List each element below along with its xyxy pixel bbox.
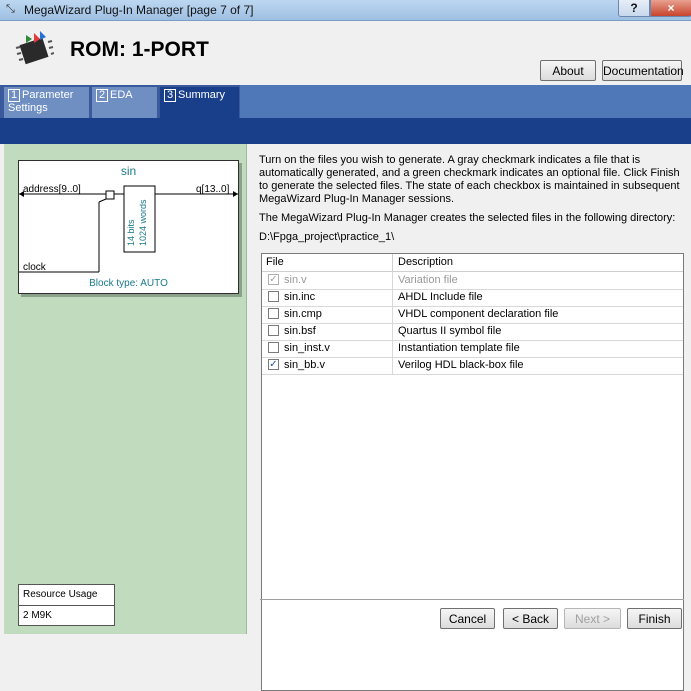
instructions-text: Turn on the files you wish to generate. … <box>259 154 680 205</box>
file-row: sin.bsf Quartus II symbol file <box>262 323 683 341</box>
file-name: sin.inc <box>284 291 316 303</box>
cancel-button[interactable]: Cancel <box>440 608 495 629</box>
file-name: sin_bb.v <box>284 359 325 371</box>
file-description: VHDL component declaration file <box>398 308 559 320</box>
megafunction-chip-icon <box>15 31 54 65</box>
column-divider <box>392 306 393 323</box>
file-name: sin.cmp <box>284 308 322 320</box>
resource-usage-header: Resource Usage <box>19 585 114 606</box>
column-divider <box>392 340 393 357</box>
rom-symbol: sin 14 bits 1024 words address[9..0] q[1… <box>18 160 239 294</box>
file-description: Quartus II symbol file <box>398 325 502 337</box>
column-divider <box>392 289 393 306</box>
file-row: sin.cmp VHDL component declaration file <box>262 306 683 324</box>
back-button[interactable]: < Back <box>503 608 558 629</box>
button-separator <box>260 599 684 600</box>
next-button: Next > <box>564 608 621 629</box>
finish-button[interactable]: Finish <box>627 608 682 629</box>
file-name: sin.v <box>284 274 307 286</box>
file-checkbox[interactable] <box>268 342 279 353</box>
file-description: Variation file <box>398 274 458 286</box>
tab-number: 2 <box>96 89 108 102</box>
words-label: 1024 words <box>138 199 148 246</box>
file-name: sin_inst.v <box>284 342 330 354</box>
tab-summary[interactable]: 3 Summary <box>160 87 240 118</box>
column-file: File <box>266 256 284 268</box>
tab-label: EDA <box>110 89 133 101</box>
file-name: sin.bsf <box>284 325 316 337</box>
column-divider <box>392 357 393 374</box>
help-button[interactable]: ? <box>618 0 650 17</box>
q-port-label: q[13..0] <box>196 184 230 195</box>
tab-label: Summary <box>178 89 226 101</box>
resource-usage-box: Resource Usage 2 M9K <box>18 584 115 626</box>
column-divider <box>392 272 393 289</box>
about-button[interactable]: About <box>540 60 596 81</box>
column-divider <box>392 254 393 271</box>
system-menu-icon[interactable]: ⤡ <box>6 3 15 16</box>
subtab-band <box>0 118 691 144</box>
tab-strip-fill <box>240 85 691 118</box>
file-checkbox[interactable] <box>268 291 279 302</box>
file-row: sin.inc AHDL Include file <box>262 289 683 307</box>
tab-eda[interactable]: 2 EDA <box>92 87 158 118</box>
file-row: sin_inst.v Instantiation template file <box>262 340 683 358</box>
symbol-diagram: 14 bits 1024 words <box>19 185 238 273</box>
file-checkbox[interactable] <box>268 325 279 336</box>
wizard-header: ROM: 1-PORT About Documentation <box>0 21 691 85</box>
bits-label: 14 bits <box>126 219 136 246</box>
resource-usage-value: 2 M9K <box>23 610 52 621</box>
clock-port-label: clock <box>23 262 46 273</box>
file-table-header: File Description <box>262 254 683 272</box>
file-checkbox[interactable]: ✓ <box>268 359 279 370</box>
page-heading: ROM: 1-PORT <box>70 38 209 61</box>
directory-note: The MegaWizard Plug-In Manager creates t… <box>259 212 676 224</box>
column-description: Description <box>398 256 454 268</box>
block-type-label: Block type: AUTO <box>89 278 168 289</box>
file-description: AHDL Include file <box>398 291 483 303</box>
documentation-button[interactable]: Documentation <box>602 60 684 81</box>
address-port-label: address[9..0] <box>23 184 81 195</box>
symbol-preview-panel: sin 14 bits 1024 words address[9..0] q[1… <box>4 144 247 634</box>
file-description: Verilog HDL black-box file <box>398 359 524 371</box>
column-divider <box>392 323 393 340</box>
tab-strip: 1 Parameter Settings 2 EDA 3 Summary <box>0 85 691 118</box>
window-title: MegaWizard Plug-In Manager [page 7 of 7] <box>24 3 254 17</box>
window-titlebar: ⤡ MegaWizard Plug-In Manager [page 7 of … <box>0 0 691 21</box>
file-description: Instantiation template file <box>398 342 520 354</box>
output-directory: D:\Fpga_project\practice_1\ <box>259 231 395 243</box>
tab-number: 1 <box>8 89 20 102</box>
file-checkbox[interactable] <box>268 308 279 319</box>
file-checkbox: ✓ <box>268 274 279 285</box>
file-row: ✓ sin.v Variation file <box>262 272 683 290</box>
close-button[interactable]: × <box>650 0 691 17</box>
tab-parameter-settings[interactable]: 1 Parameter Settings <box>4 87 90 118</box>
tab-number: 3 <box>164 89 176 102</box>
file-row: ✓ sin_bb.v Verilog HDL black-box file <box>262 357 683 375</box>
